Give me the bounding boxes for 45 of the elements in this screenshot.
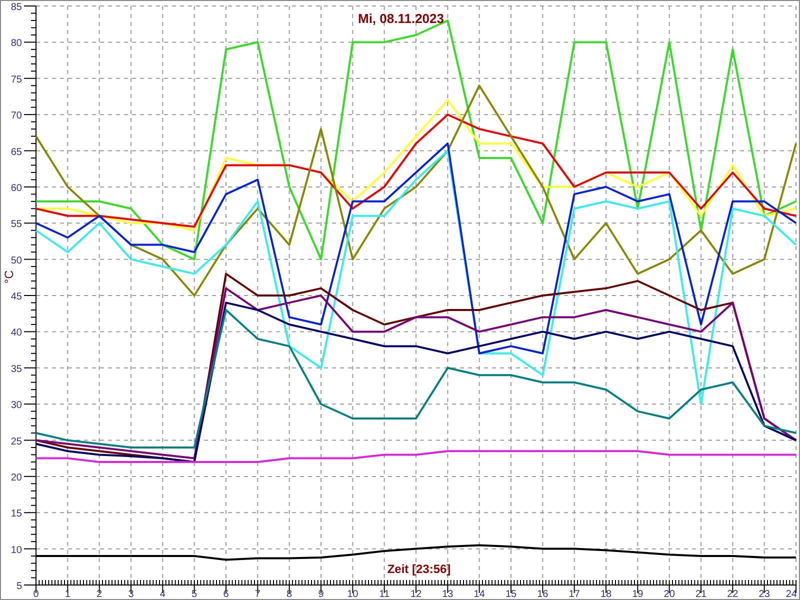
y-tick-label: 30 [10,400,22,412]
x-tick-label: 22 [727,589,738,599]
y-tick-label: 5 [16,581,22,592]
x-tick-label: 10 [347,589,358,599]
y-tick-label: 10 [10,544,22,556]
x-tick-label: 14 [474,589,485,599]
x-tick-label: 15 [505,589,517,599]
y-tick-label: 45 [10,292,22,302]
x-tick-label: 18 [600,589,612,599]
y-tick-label: 60 [10,182,22,194]
y-tick-label: 80 [10,38,22,50]
x-tick-label: 9 [318,589,324,599]
x-tick-label: 11 [379,589,390,599]
y-tick-label: 85 [10,2,22,13]
y-tick-label: 65 [10,146,22,158]
x-tick-label: 12 [410,589,422,599]
y-tick-label: 50 [10,255,22,266]
x-tick-label: 21 [695,589,707,599]
x-tick-label: 0 [33,589,39,599]
y-axis-label: °C [2,270,16,284]
x-tick-label: 8 [286,589,292,599]
x-tick-label: 5 [192,589,198,599]
y-tick-label: 70 [10,110,22,122]
y-tick-label: 40 [10,328,22,339]
x-axis-label: Zeit [23:56] [387,562,451,576]
x-tick-label: 6 [223,589,229,599]
y-tick-label: 35 [10,364,22,375]
x-tick-label: 23 [758,589,770,599]
chart-title: Mi, 08.11.2023 [358,11,444,26]
x-tick-label: 13 [442,589,454,599]
x-tick-label: 17 [568,589,580,599]
x-tick-label: 19 [632,589,644,599]
y-tick-label: 75 [10,74,22,86]
x-tick-label: 20 [664,589,675,599]
y-tick-label: 55 [10,219,22,230]
x-tick-label: 2 [96,589,102,599]
x-tick-label: 7 [254,589,260,599]
x-tick-label: 24 [786,589,797,599]
y-tick-label: 15 [10,508,22,520]
x-tick-label: 3 [128,589,134,599]
x-tick-label: 16 [537,589,548,599]
y-tick-label: 20 [10,472,22,484]
x-tick-label: 4 [160,589,166,599]
y-tick-label: 25 [10,436,22,448]
x-tick-label: 1 [64,589,70,599]
